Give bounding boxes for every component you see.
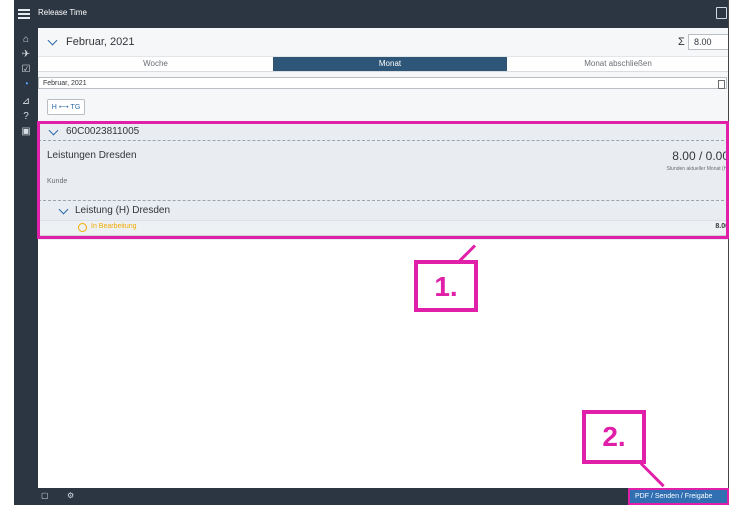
hamburger-menu-icon[interactable] [18,7,30,21]
line-chart-icon[interactable]: ⊿ [20,95,32,107]
period-row[interactable]: Februar, 2021 Σ 8.00 [38,28,729,57]
tab-woche[interactable]: Woche [38,57,273,71]
sum-input[interactable]: 8.00 [688,34,729,50]
message-icon[interactable]: ▢ [41,491,49,500]
gear-icon[interactable]: ⚙ [67,491,74,500]
view-tabs: Woche Monat Monat abschließen [38,57,729,72]
tab-monat[interactable]: Monat [273,57,507,71]
tab-monat-abschliessen[interactable]: Monat abschließen [507,57,729,71]
checkbox-icon[interactable]: ☑ [20,63,32,75]
calendar-icon[interactable]: ▣ [20,125,32,137]
period-label: Februar, 2021 [66,36,135,48]
shell-header: Release Time [14,0,729,28]
help-icon[interactable]: ? [20,110,32,122]
annotation-highlight-2 [628,488,729,505]
timesheet-icon[interactable]: ◔ [20,78,32,90]
running-icon[interactable]: ✈ [20,48,32,60]
annotation-highlight-1 [37,121,729,239]
calendar-icon[interactable] [718,80,725,89]
hours-days-toggle-button[interactable]: H ⟷ TG [47,99,85,115]
annotation-label-2: 2. [582,410,646,464]
app-title: Release Time [38,8,87,17]
month-picker-value: Februar, 2021 [43,80,87,87]
month-picker-field[interactable]: Februar, 2021 [38,77,727,89]
sum-icon: Σ [678,36,685,48]
window-icon[interactable] [716,7,727,19]
left-edge [0,0,14,505]
home-icon[interactable]: ⌂ [20,33,32,45]
chevron-down-icon[interactable] [47,35,58,46]
sidebar: ⌂ ✈ ☑ ◔ ⊿ ? ▣ [14,28,38,488]
footer-bar: ▢ ⚙ PDF / Senden / Freigabe [14,488,729,505]
annotation-label-1: 1. [414,260,478,312]
